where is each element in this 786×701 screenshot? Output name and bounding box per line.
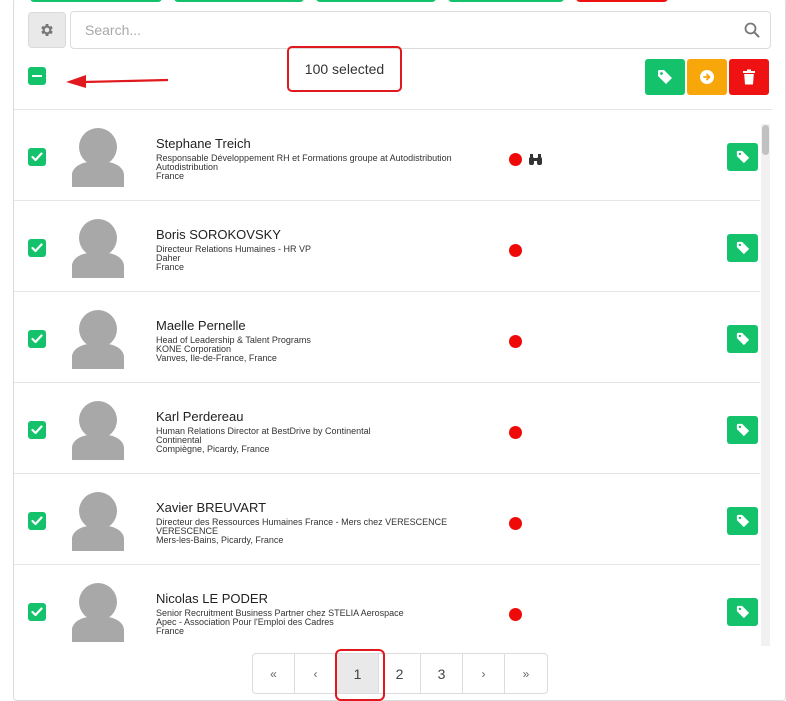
arrow-annotation-icon <box>66 75 169 88</box>
contact-name[interactable]: Boris SOROKOVSKY <box>156 227 281 242</box>
contact-location: Compiègne, Picardy, France <box>156 444 270 454</box>
contact-name[interactable]: Maelle Pernelle <box>156 318 246 333</box>
settings-button[interactable] <box>28 12 66 48</box>
pagination: « ‹ 1 2 3 › » <box>252 649 548 701</box>
page-button-2[interactable]: 2 <box>379 654 421 693</box>
contact-row-6: Nicolas LE PODER Senior Recruitment Busi… <box>14 565 760 645</box>
tag-icon <box>736 605 749 619</box>
page-button-1[interactable]: 1 <box>335 649 385 701</box>
top-button-1[interactable] <box>30 0 162 2</box>
row-checkbox[interactable] <box>28 421 46 439</box>
tag-icon <box>658 70 672 84</box>
tag-icon <box>736 423 749 437</box>
row-tag-button[interactable] <box>727 416 758 444</box>
first-page-button[interactable]: « <box>253 654 295 693</box>
search-icon[interactable] <box>744 22 760 38</box>
check-icon <box>31 152 43 162</box>
selected-count-label: 100 selected <box>304 61 385 77</box>
contact-company: Apec - Association Pour l'Emploi des Cad… <box>156 617 334 627</box>
row-checkbox[interactable] <box>28 603 46 621</box>
check-icon <box>31 243 43 253</box>
tag-icon <box>736 150 749 164</box>
row-checkbox[interactable] <box>28 512 46 530</box>
search-bar <box>70 11 771 49</box>
row-checkbox[interactable] <box>28 148 46 166</box>
contact-row-1: Stephane Treich Responsable Développemen… <box>14 110 760 201</box>
check-icon <box>31 607 43 617</box>
contact-name[interactable]: Karl Perdereau <box>156 409 243 424</box>
gear-icon <box>41 24 53 36</box>
top-button-2[interactable] <box>174 0 304 2</box>
export-selected-button[interactable] <box>687 59 727 95</box>
page-button-3[interactable]: 3 <box>421 654 463 693</box>
row-checkbox[interactable] <box>28 239 46 257</box>
tag-icon <box>736 241 749 255</box>
check-icon <box>31 425 43 435</box>
scrollbar-track[interactable] <box>761 124 770 646</box>
prev-page-button[interactable]: ‹ <box>295 654 337 693</box>
arrow-right-circle-icon <box>700 70 714 84</box>
status-dot <box>509 244 522 257</box>
row-checkbox[interactable] <box>28 330 46 348</box>
contact-details: Head of Leadership & Talent Programs KON… <box>156 336 311 363</box>
last-page-button[interactable]: » <box>505 654 547 693</box>
avatar-placeholder-icon <box>72 492 124 551</box>
trash-icon <box>743 69 755 85</box>
row-tag-button[interactable] <box>727 598 758 626</box>
avatar-placeholder-icon <box>72 128 124 187</box>
contact-location: France <box>156 626 185 636</box>
check-icon <box>31 334 43 344</box>
avatar-placeholder-icon <box>72 310 124 369</box>
contact-location: Vanves, Ile-de-France, France <box>156 353 277 363</box>
contact-details: Human Relations Director at BestDrive by… <box>156 427 371 454</box>
tag-icon <box>736 514 749 528</box>
contact-details: Responsable Développement RH et Formatio… <box>156 154 452 181</box>
contact-name[interactable]: Xavier BREUVART <box>156 500 266 515</box>
status-dot <box>509 517 522 530</box>
contact-location: France <box>156 262 185 272</box>
contact-row-5: Xavier BREUVART Directeur des Ressources… <box>14 474 760 565</box>
avatar-placeholder-icon <box>72 401 124 460</box>
select-all-checkbox[interactable] <box>28 67 46 85</box>
status-dot <box>509 426 522 439</box>
row-tag-button[interactable] <box>727 234 758 262</box>
row-tag-button[interactable] <box>727 507 758 535</box>
scrollbar-thumb[interactable] <box>762 125 769 155</box>
contact-row-4: Karl Perdereau Human Relations Director … <box>14 383 760 474</box>
contact-row-2: Boris SOROKOVSKY Directeur Relations Hum… <box>14 201 760 292</box>
delete-selected-button[interactable] <box>729 59 769 95</box>
contact-row-3: Maelle Pernelle Head of Leadership & Tal… <box>14 292 760 383</box>
status-dot <box>509 335 522 348</box>
avatar-placeholder-icon <box>72 583 124 642</box>
search-input[interactable] <box>71 12 711 48</box>
tag-icon <box>736 332 749 346</box>
check-icon <box>31 516 43 526</box>
contact-name[interactable]: Nicolas LE PODER <box>156 591 268 606</box>
contact-details: Senior Recruitment Business Partner chez… <box>156 609 404 636</box>
status-dot <box>509 608 522 621</box>
status-dot <box>509 153 522 166</box>
selected-count: 100 selected <box>287 46 402 92</box>
top-button-3[interactable] <box>316 0 436 2</box>
contact-details: Directeur Relations Humaines - HR VP Dah… <box>156 245 311 272</box>
minus-icon <box>32 75 42 77</box>
contact-location: France <box>156 171 185 181</box>
top-button-4[interactable] <box>448 0 564 2</box>
next-page-button[interactable]: › <box>463 654 505 693</box>
contact-list: Stephane Treich Responsable Développemen… <box>14 109 772 645</box>
contact-name[interactable]: Stephane Treich <box>156 136 251 151</box>
row-tag-button[interactable] <box>727 325 758 353</box>
binoculars-icon[interactable] <box>528 153 543 166</box>
contact-location: Mers-les-Bains, Picardy, France <box>156 535 284 545</box>
avatar-placeholder-icon <box>72 219 124 278</box>
top-button-5[interactable] <box>576 0 668 2</box>
contact-details: Directeur des Ressources Humaines France… <box>156 518 447 545</box>
contact-company: Autodistribution <box>156 162 219 172</box>
tag-selected-button[interactable] <box>645 59 685 95</box>
row-tag-button[interactable] <box>727 143 758 171</box>
